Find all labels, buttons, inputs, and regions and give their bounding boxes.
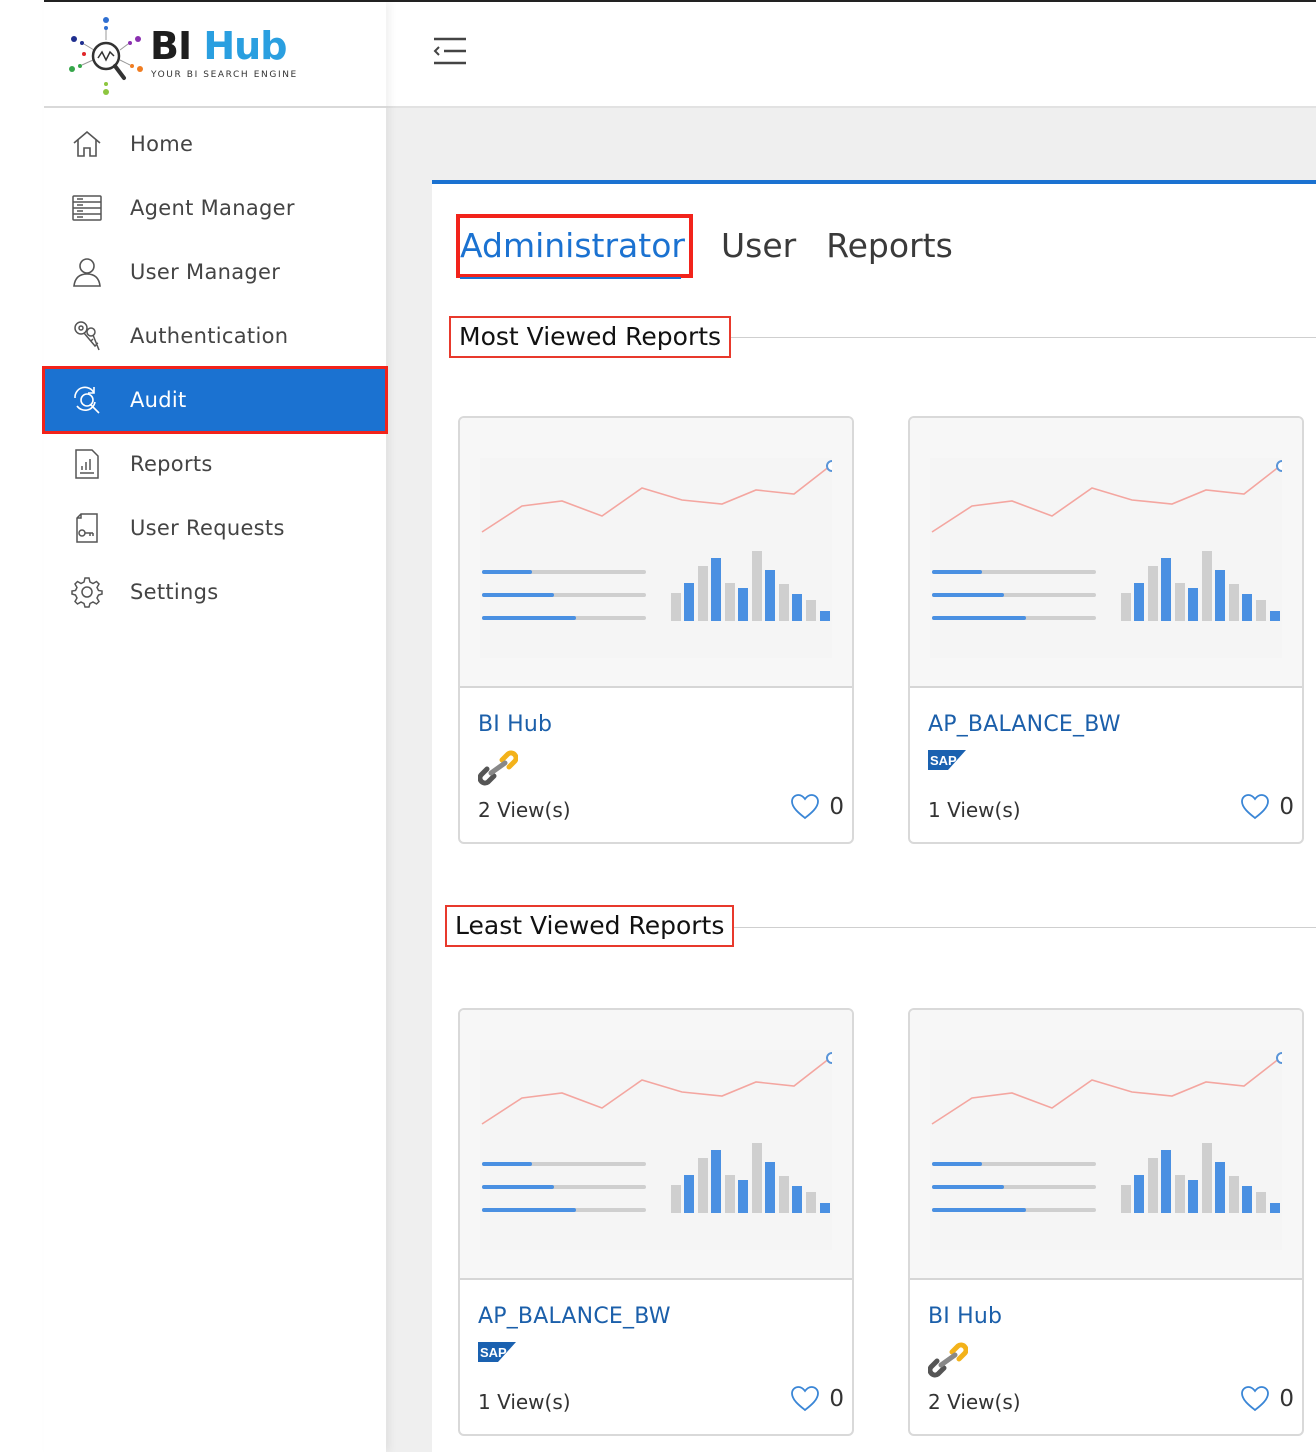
like-count: 0 [829,1386,844,1412]
report-title[interactable]: BI Hub [928,1304,1002,1329]
heart-icon[interactable] [1240,1384,1270,1414]
report-thumbnail[interactable] [460,1010,852,1280]
sidebar-item-label: Agent Manager [130,196,295,220]
brand-name: BI Hub [150,24,287,68]
menu-toggle-icon[interactable] [432,36,468,66]
bihub-logo-icon [69,17,143,95]
section-divider [714,337,1316,338]
sidebar-item-user-manager[interactable]: User Manager [44,240,386,304]
heart-icon[interactable] [790,792,820,822]
request-doc-icon [70,511,104,545]
sidebar-item-home[interactable]: Home [44,112,386,176]
tab-reports[interactable]: Reports [826,214,953,278]
section-title-most-viewed: Most Viewed Reports [449,316,732,358]
report-title[interactable]: AP_BALANCE_BW [928,712,1121,737]
sidebar-item-audit[interactable]: Audit [42,366,388,434]
audit-search-icon [70,383,104,417]
report-thumbnail[interactable] [460,418,852,688]
view-count: 2 View(s) [928,1390,1021,1414]
sap-logo-icon: SAP [928,750,966,774]
link-icon [477,750,519,790]
report-thumbnail[interactable] [910,418,1302,688]
thumbnail-chart-illustration [930,1050,1288,1250]
report-card[interactable]: BI Hub 2 View(s) 0 [908,1008,1304,1436]
view-count: 1 View(s) [478,1390,571,1414]
sidebar-item-label: Audit [130,388,187,412]
sidebar-item-label: Settings [130,580,219,604]
view-count: 1 View(s) [928,798,1021,822]
thumbnail-chart-illustration [480,458,838,658]
sidebar-item-user-requests[interactable]: User Requests [44,496,386,560]
heart-icon[interactable] [1240,792,1270,822]
keys-icon [70,319,104,353]
report-chart-icon [70,447,104,481]
link-icon [927,1342,969,1382]
thumbnail-chart-illustration [480,1050,838,1250]
sidebar-item-label: User Requests [130,516,285,540]
home-icon [70,127,104,161]
like-count: 0 [1279,794,1294,820]
sidebar-nav: Home Agent Manager User Manager Authenti… [42,108,388,624]
logo[interactable]: BI Hub YOUR BI SEARCH ENGINE [44,2,386,108]
user-icon [70,255,104,289]
brand-tagline: YOUR BI SEARCH ENGINE [151,70,298,80]
heart-icon[interactable] [790,1384,820,1414]
server-icon [70,191,104,225]
like-count: 0 [1279,1386,1294,1412]
thumbnail-chart-illustration [930,458,1288,658]
brand-name-part1: BI [150,24,192,68]
sidebar-item-reports[interactable]: Reports [44,432,386,496]
sidebar-item-settings[interactable]: Settings [44,560,386,624]
top-bar [386,2,1316,108]
section-title-least-viewed: Least Viewed Reports [445,905,735,947]
sidebar-item-label: User Manager [130,260,281,284]
dashboard-tabs: Administrator User Reports [456,214,983,279]
report-card[interactable]: AP_BALANCE_BW SAP 1 View(s) 0 [908,416,1304,844]
sidebar-item-label: Reports [130,452,213,476]
sidebar-item-agent-manager[interactable]: Agent Manager [44,176,386,240]
svg-text:SAP: SAP [930,753,957,768]
gear-icon [70,575,104,609]
tab-user[interactable]: User [721,214,796,278]
tab-administrator[interactable]: Administrator [456,214,693,279]
report-card[interactable]: AP_BALANCE_BW SAP 1 View(s) 0 [458,1008,854,1436]
view-count: 2 View(s) [478,798,571,822]
sidebar-item-label: Authentication [130,324,289,348]
sidebar: BI Hub YOUR BI SEARCH ENGINE Home Agent … [42,2,388,1452]
brand-name-part2: Hub [203,24,287,68]
sap-logo-icon: SAP [478,1342,516,1366]
report-thumbnail[interactable] [910,1010,1302,1280]
like-count: 0 [829,794,844,820]
report-title[interactable]: BI Hub [478,712,552,737]
report-card[interactable]: BI Hub 2 View(s) 0 [458,416,854,844]
left-margin [0,0,44,1452]
svg-text:SAP: SAP [480,1345,507,1360]
sidebar-item-authentication[interactable]: Authentication [44,304,386,368]
sidebar-item-label: Home [130,132,194,156]
section-divider [718,927,1316,928]
report-title[interactable]: AP_BALANCE_BW [478,1304,671,1329]
